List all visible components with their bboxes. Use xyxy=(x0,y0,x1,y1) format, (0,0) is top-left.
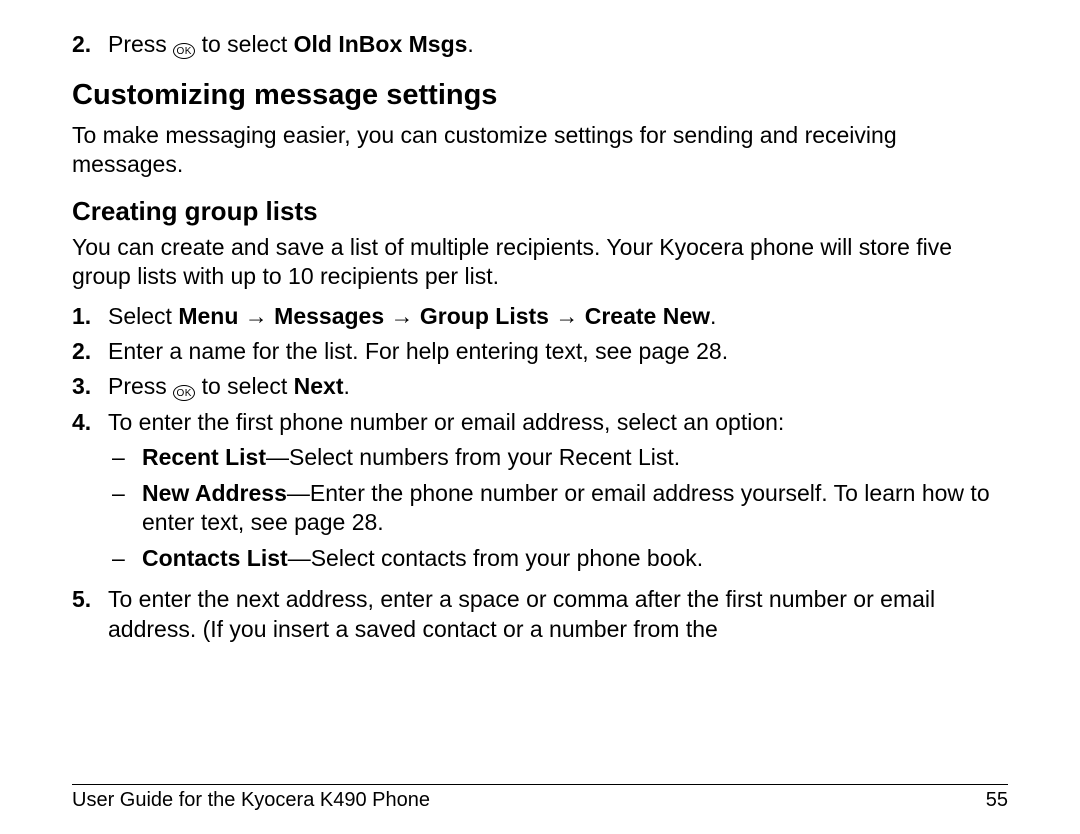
list-item: – Recent List—Select numbers from your R… xyxy=(108,443,1008,472)
step-number: 2. xyxy=(72,30,108,59)
text: to select xyxy=(195,31,293,57)
step-item: 2. Enter a name for the list. For help e… xyxy=(72,337,1008,366)
list-item: – Contacts List—Select contacts from you… xyxy=(108,544,1008,573)
option-body: New Address—Enter the phone number or em… xyxy=(142,479,1008,538)
option-list: – Recent List—Select numbers from your R… xyxy=(108,443,1008,573)
step-body: To enter the next address, enter a space… xyxy=(108,585,1008,644)
step-number: 2. xyxy=(72,337,108,366)
heading-group-lists: Creating group lists xyxy=(72,195,1008,228)
bold-text: Next xyxy=(294,373,344,399)
step-item: 5. To enter the next address, enter a sp… xyxy=(72,585,1008,644)
step-item: 1. Select Menu → Messages → Group Lists … xyxy=(72,302,1008,331)
text: . xyxy=(343,373,349,399)
intro-paragraph: To make messaging easier, you can custom… xyxy=(72,121,1008,180)
list-item: – New Address—Enter the phone number or … xyxy=(108,479,1008,538)
ok-icon: OK xyxy=(173,385,195,401)
step-body: Enter a name for the list. For help ente… xyxy=(108,337,1008,366)
page-footer: User Guide for the Kyocera K490 Phone 55 xyxy=(72,784,1008,812)
footer-title: User Guide for the Kyocera K490 Phone xyxy=(72,789,430,812)
option-name: Contacts List xyxy=(142,545,288,571)
dash-bullet: – xyxy=(108,544,142,573)
text: Select xyxy=(108,303,178,329)
group-intro-paragraph: You can create and save a list of multip… xyxy=(72,233,1008,292)
step-item: 3. Press OK to select Next. xyxy=(72,372,1008,401)
bold-text: Old InBox Msgs xyxy=(294,31,468,57)
text: . xyxy=(467,31,473,57)
step-body: Press OK to select Next. xyxy=(108,372,1008,401)
page-number: 55 xyxy=(986,789,1008,812)
option-desc: —Select numbers from your Recent List. xyxy=(266,444,680,470)
prior-step-list: 2. Press OK to select Old InBox Msgs. xyxy=(72,30,1008,59)
heading-customizing: Customizing message settings xyxy=(72,77,1008,114)
option-body: Contacts List—Select contacts from your … xyxy=(142,544,1008,573)
text: To enter the first phone number or email… xyxy=(108,409,784,435)
step-body: Press OK to select Old InBox Msgs. xyxy=(108,30,1008,59)
step-body: Select Menu → Messages → Group Lists → C… xyxy=(108,302,1008,331)
text: Press xyxy=(108,31,173,57)
step-number: 5. xyxy=(72,585,108,644)
text: Press xyxy=(108,373,173,399)
dash-bullet: – xyxy=(108,443,142,472)
page-content: 2. Press OK to select Old InBox Msgs. Cu… xyxy=(72,30,1008,644)
step-number: 1. xyxy=(72,302,108,331)
dash-bullet: – xyxy=(108,479,142,538)
group-steps-list: 1. Select Menu → Messages → Group Lists … xyxy=(72,302,1008,644)
step-body: To enter the first phone number or email… xyxy=(108,408,1008,579)
ok-icon: OK xyxy=(173,43,195,59)
text: to select xyxy=(195,373,293,399)
option-desc: —Select contacts from your phone book. xyxy=(288,545,704,571)
option-name: New Address xyxy=(142,480,287,506)
option-body: Recent List—Select numbers from your Rec… xyxy=(142,443,1008,472)
menu-path: Menu → Messages → Group Lists → Create N… xyxy=(178,303,710,329)
text: . xyxy=(710,303,716,329)
step-item: 4. To enter the first phone number or em… xyxy=(72,408,1008,579)
step-number: 4. xyxy=(72,408,108,579)
step-item: 2. Press OK to select Old InBox Msgs. xyxy=(72,30,1008,59)
step-number: 3. xyxy=(72,372,108,401)
option-name: Recent List xyxy=(142,444,266,470)
